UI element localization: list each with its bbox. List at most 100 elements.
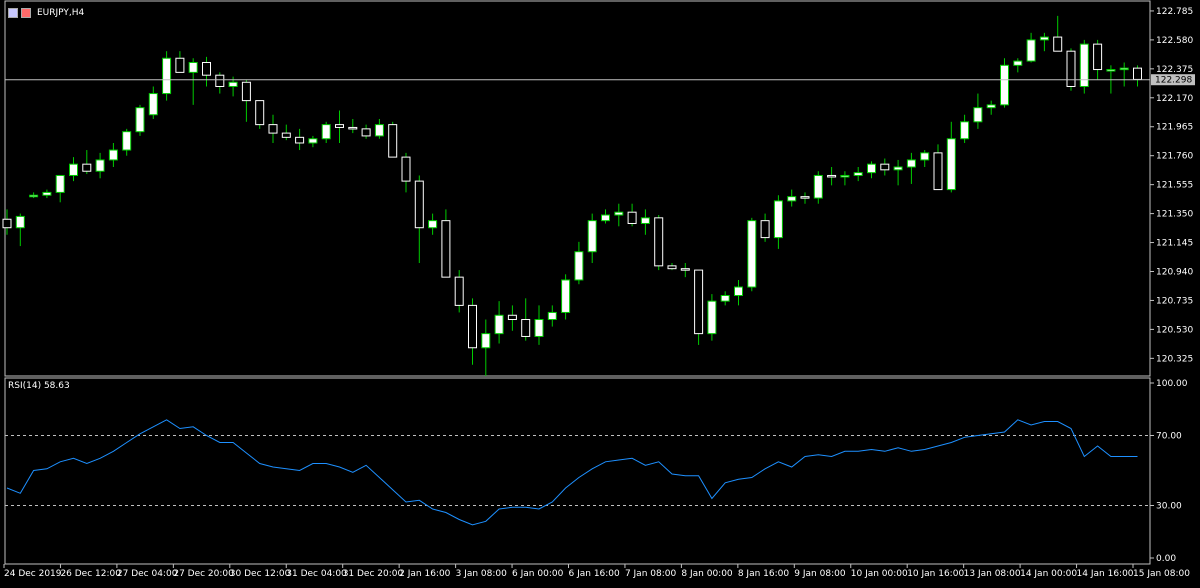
candle-body bbox=[760, 220, 770, 239]
candle-body bbox=[162, 57, 172, 95]
price-tick-label: 122.170 bbox=[1156, 94, 1193, 104]
candle-body bbox=[29, 194, 39, 198]
main-chart-frame bbox=[4, 0, 1151, 377]
candle-body bbox=[428, 220, 438, 229]
time-tick-label: 8 Jan 00:00 bbox=[681, 569, 733, 579]
price-tick-label: 121.555 bbox=[1156, 181, 1193, 191]
time-tick-label: 31 Dec 20:00 bbox=[343, 569, 404, 579]
rsi-tick-label: 0.00 bbox=[1156, 554, 1176, 564]
candle-body bbox=[95, 159, 105, 172]
candle-body bbox=[135, 107, 145, 133]
price-tick-label: 122.580 bbox=[1156, 36, 1193, 46]
time-tick-label: 15 Jan 08:00 bbox=[1133, 569, 1190, 579]
time-tick-label: 3 Jan 08:00 bbox=[456, 569, 508, 579]
candle-body bbox=[255, 100, 265, 126]
candle-body bbox=[1119, 67, 1129, 71]
time-tick-label: 10 Jan 16:00 bbox=[907, 569, 964, 579]
candle-body bbox=[308, 138, 318, 144]
candle-body bbox=[667, 265, 677, 270]
candle-body bbox=[973, 107, 983, 123]
candle-body bbox=[348, 126, 358, 130]
price-tick-label: 121.350 bbox=[1156, 210, 1193, 220]
candle-body bbox=[720, 295, 730, 302]
candle-body bbox=[1133, 67, 1142, 80]
candle-body bbox=[694, 269, 704, 335]
candle-body bbox=[920, 152, 930, 161]
candle-body bbox=[175, 57, 185, 73]
candle-body bbox=[773, 200, 783, 239]
candle-body bbox=[55, 174, 65, 193]
candle-body bbox=[534, 319, 544, 337]
candle-body bbox=[321, 124, 331, 140]
time-tick-label: 13 Jan 08:00 bbox=[964, 569, 1021, 579]
rsi-axis: 100.00 70.00 30.00 0.00 bbox=[1150, 379, 1188, 564]
time-tick-label: 7 Jan 08:00 bbox=[625, 569, 677, 579]
candle-body bbox=[614, 211, 624, 216]
candle-body bbox=[122, 131, 132, 151]
candle-body bbox=[747, 220, 757, 288]
candle-body bbox=[361, 128, 371, 137]
candle-body bbox=[507, 314, 517, 321]
candle-body bbox=[707, 300, 717, 335]
candle-body bbox=[1026, 39, 1036, 62]
time-axis: 24 Dec 201926 Dec 12:0027 Dec 04:0027 De… bbox=[3, 564, 1190, 579]
flag-icon[interactable] bbox=[21, 8, 31, 18]
candle-body bbox=[521, 319, 531, 337]
candle-body bbox=[933, 152, 943, 191]
time-tick-label: 26 Dec 12:00 bbox=[60, 569, 121, 579]
candle-body bbox=[1013, 60, 1023, 66]
candle-body bbox=[69, 163, 78, 176]
time-tick-label: 10 Jan 00:00 bbox=[851, 569, 908, 579]
rsi-title: RSI(14) 58.63 bbox=[8, 381, 70, 391]
time-tick-label: 27 Dec 04:00 bbox=[117, 569, 178, 579]
candle-body bbox=[82, 163, 92, 172]
time-tick-label: 27 Dec 20:00 bbox=[173, 569, 234, 579]
candle-body bbox=[374, 124, 384, 137]
candle-body bbox=[587, 220, 597, 253]
price-chart-svg[interactable]: 122.785 122.580 122.375 122.170 121.965 121.7… bbox=[0, 0, 1200, 584]
candle-body bbox=[986, 104, 996, 109]
candle-body bbox=[867, 163, 876, 174]
time-tick-label: 14 Jan 00:00 bbox=[1020, 569, 1077, 579]
candle-body bbox=[228, 81, 238, 87]
candle-body bbox=[960, 121, 970, 140]
candle-body bbox=[388, 124, 398, 158]
candle-body bbox=[494, 314, 504, 335]
rsi-panel-frame bbox=[4, 377, 1151, 565]
candle-body bbox=[441, 220, 451, 278]
time-tick-label: 6 Jan 16:00 bbox=[569, 569, 621, 579]
time-tick-label: 31 Dec 04:00 bbox=[286, 569, 347, 579]
time-tick-label: 9 Jan 08:00 bbox=[794, 569, 846, 579]
candle-body bbox=[468, 304, 477, 349]
candle-body bbox=[853, 172, 863, 176]
time-tick-label: 6 Jan 00:00 bbox=[512, 569, 564, 579]
rsi-tick-label: 70.00 bbox=[1156, 432, 1182, 442]
candle-body bbox=[840, 174, 850, 178]
candle-body bbox=[202, 61, 211, 76]
price-axis: 122.785 122.580 122.375 122.170 121.965 121.7… bbox=[1150, 7, 1193, 364]
candle-body bbox=[241, 81, 251, 102]
rsi-tick-label: 30.00 bbox=[1156, 502, 1182, 512]
candle-body bbox=[1000, 64, 1009, 106]
rsi-tick-label: 100.00 bbox=[1156, 379, 1188, 389]
candle-body bbox=[627, 211, 637, 224]
candle-body bbox=[215, 74, 225, 87]
candle-body bbox=[414, 180, 424, 229]
candle-body bbox=[946, 138, 956, 191]
price-tick-label: 120.530 bbox=[1156, 325, 1193, 335]
price-tick-label: 122.785 bbox=[1156, 7, 1193, 17]
time-tick-label: 8 Jan 16:00 bbox=[738, 569, 790, 579]
candle-body bbox=[574, 251, 584, 281]
candle-body bbox=[295, 136, 305, 144]
price-tick-label: 121.965 bbox=[1156, 123, 1193, 133]
candle-body bbox=[800, 196, 810, 199]
candle-body bbox=[561, 279, 571, 313]
candle-body bbox=[893, 166, 903, 171]
candle-body bbox=[1039, 36, 1049, 41]
candle-body bbox=[813, 174, 823, 199]
chart-window-icon[interactable] bbox=[8, 8, 18, 18]
candle-body bbox=[15, 215, 25, 229]
candle-body bbox=[108, 149, 118, 161]
chart-window[interactable]: 122.785 122.580 122.375 122.170 121.965 121.7… bbox=[0, 0, 1200, 584]
candle-body bbox=[827, 174, 837, 178]
